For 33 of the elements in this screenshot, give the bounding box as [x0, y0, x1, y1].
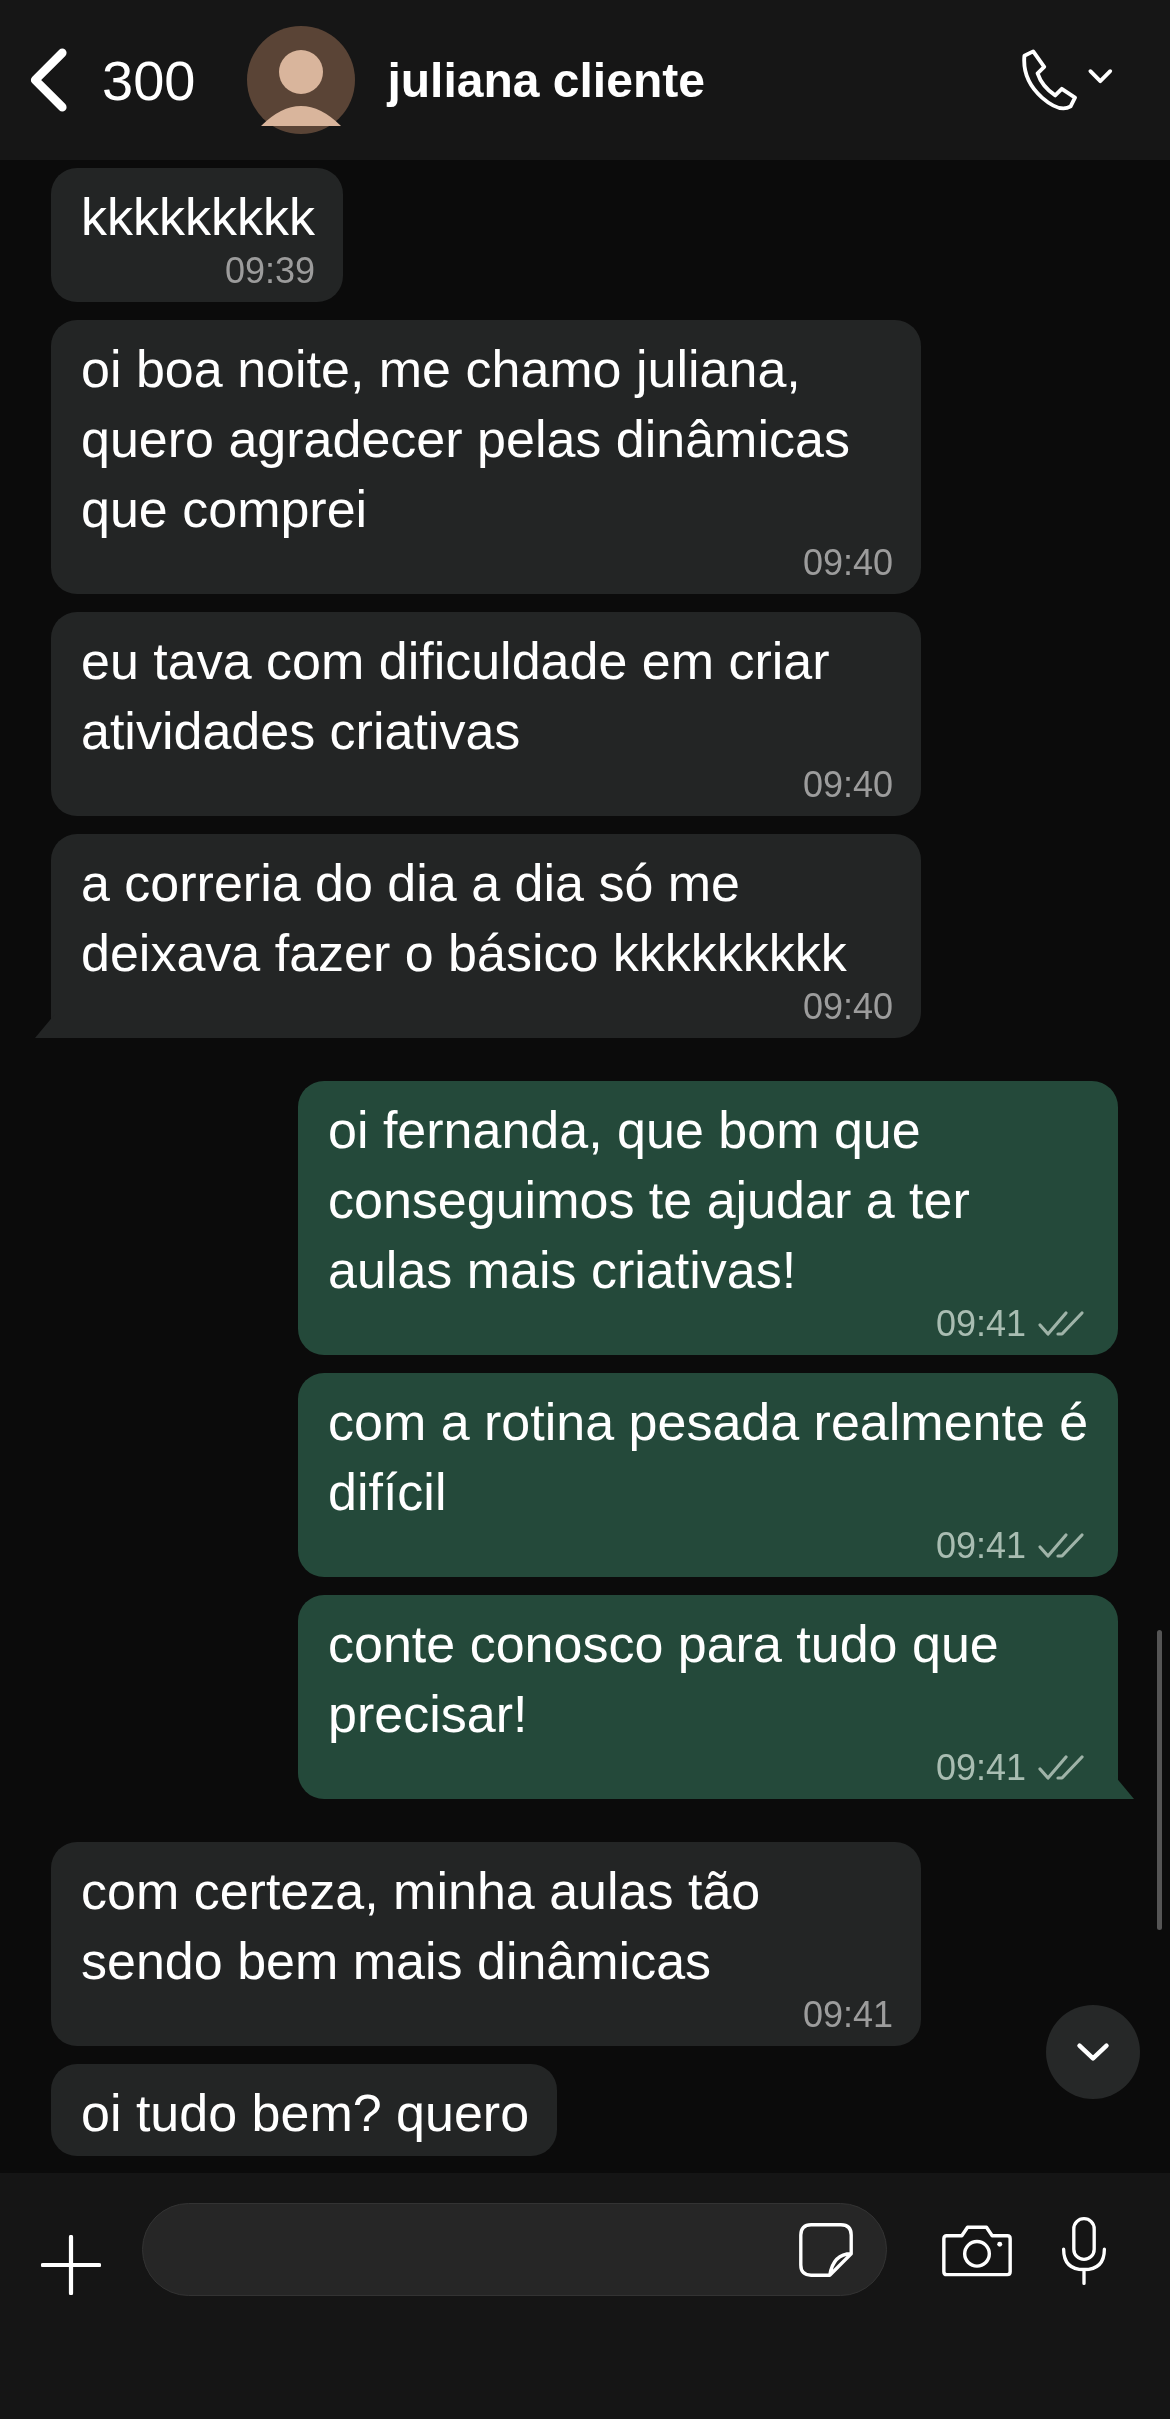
sticker-icon[interactable] [798, 2221, 854, 2278]
message-time: 09:41 [802, 1993, 893, 2037]
message-text: kkkkkkkkk [81, 187, 315, 248]
message-bubble[interactable]: oi fernanda, que bom que conseguimos te ajudar a ter aulas mais criativas! 09:41 [298, 1081, 1118, 1355]
scrollbar[interactable] [1157, 1630, 1162, 1930]
message-time: 09:41 [935, 1746, 1026, 1790]
message-time: 09:41 [935, 1302, 1026, 1346]
message-bubble[interactable]: com a rotina pesada realmente é difícil 09:41 [298, 1373, 1118, 1577]
message-time: 09:40 [802, 763, 893, 807]
message-time: 09:39 [224, 249, 315, 293]
back-count[interactable]: 300 [102, 47, 196, 113]
message-text: conte conosco para tudo que precisar! [328, 1614, 1000, 1745]
message-bubble[interactable]: com certeza, minha aulas tão sendo bem mais dinâmicas 09:41 [51, 1842, 921, 2046]
message-time: 09:41 [935, 1524, 1026, 1568]
message-text: a correria do dia a dia só me deixava fazer o básico kkkkkkkkk [81, 853, 848, 984]
message-time: 09:40 [802, 541, 893, 585]
message-bubble[interactable]: oi tudo bem? quero [51, 2064, 558, 2156]
chevron-down-icon [1075, 2041, 1111, 2063]
message-bubble[interactable]: oi boa noite, me chamo juliana, quero agradecer pelas dinâmicas que comprei 09:40 [51, 320, 921, 594]
microphone-icon[interactable] [1059, 2215, 1109, 2287]
contact-name[interactable]: juliana cliente [387, 52, 705, 108]
message-text: oi tudo bem? quero [81, 2083, 530, 2144]
message-bubble[interactable]: eu tava com dificuldade em criar atividades criativas 09:40 [51, 612, 921, 816]
message-text: oi boa noite, me chamo juliana, quero agradecer pelas dinâmicas que comprei [81, 339, 851, 540]
message-text: com a rotina pesada realmente é difícil [328, 1392, 1090, 1523]
message-text: com certeza, minha aulas tão sendo bem mais dinâmicas [81, 1861, 762, 1992]
avatar[interactable] [247, 26, 356, 134]
back-icon[interactable] [28, 47, 68, 113]
message-text: eu tava com dificuldade em criar atividades criativas [81, 631, 831, 762]
message-bubble[interactable]: kkkkkkkkk 09:39 [51, 168, 343, 302]
plus-icon[interactable] [41, 2235, 101, 2295]
message-text: oi fernanda, que bom que conseguimos te ajudar a ter aulas mais criativas! [328, 1100, 971, 1301]
message-time: 09:40 [802, 985, 893, 1029]
